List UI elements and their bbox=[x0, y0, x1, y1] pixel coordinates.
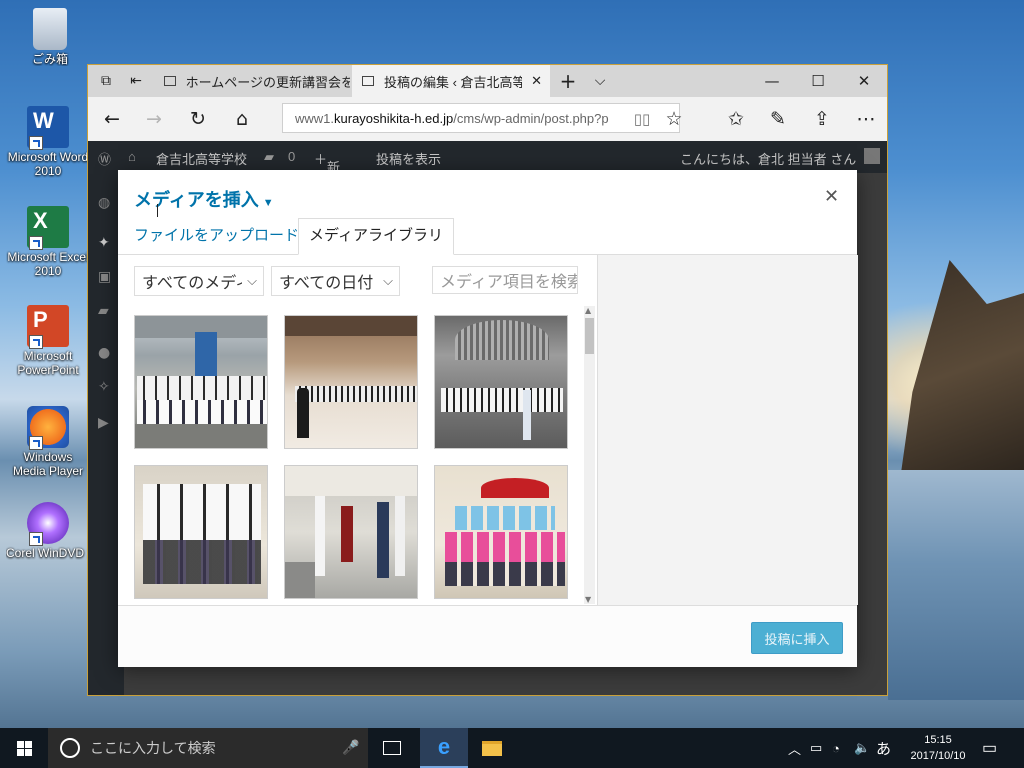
favorites-hub-icon[interactable]: ✩ bbox=[716, 97, 756, 141]
insert-into-post-button[interactable]: 投稿に挿入 bbox=[751, 622, 843, 654]
system-tray: ︿ ▭ ◔ 🔈 あ bbox=[788, 728, 898, 768]
powerpoint-icon: P bbox=[27, 305, 69, 349]
media-grid bbox=[134, 315, 586, 605]
media-thumbnail[interactable] bbox=[134, 465, 268, 599]
wordpress-logo-icon[interactable]: Ⓦ bbox=[98, 149, 111, 168]
battery-icon[interactable]: ▭ bbox=[810, 740, 832, 756]
share-icon[interactable]: ⇪ bbox=[802, 97, 842, 141]
scroll-up-arrow-icon[interactable]: ▲ bbox=[585, 306, 591, 315]
media-type-filter[interactable]: すべてのメディア⌵ bbox=[134, 266, 264, 296]
web-note-icon[interactable]: ✎ bbox=[758, 97, 798, 141]
attachment-details-pane bbox=[597, 255, 858, 605]
dashboard-icon[interactable]: ◍ bbox=[98, 195, 114, 211]
chevron-down-icon: ⌵ bbox=[247, 273, 257, 288]
new-tab-icon[interactable]: + bbox=[554, 65, 582, 97]
scroll-down-arrow-icon[interactable]: ▼ bbox=[585, 595, 591, 604]
view-post-link[interactable]: 投稿を表示 bbox=[376, 149, 441, 168]
maximize-icon[interactable]: ☐ bbox=[795, 65, 841, 97]
show-hidden-icons-chevron-icon[interactable]: ︿ bbox=[788, 739, 810, 758]
desktop-icon-excel[interactable]: X Microsoft Excel 2010 bbox=[6, 206, 90, 278]
media-thumbnail[interactable] bbox=[134, 315, 268, 449]
play-icon[interactable]: ▶ bbox=[98, 415, 114, 431]
chevron-down-icon: ⌵ bbox=[383, 273, 393, 288]
edge-taskbar-icon[interactable]: e bbox=[420, 728, 468, 768]
tab-preview-chevron-icon[interactable]: ⌵ bbox=[586, 65, 614, 97]
media-player-icon bbox=[27, 406, 69, 450]
comments-count: 0 bbox=[288, 149, 296, 164]
task-view-icon[interactable] bbox=[368, 728, 416, 768]
page-icon bbox=[362, 76, 374, 86]
tab-homepage-lecture[interactable]: ホームページの更新講習会を行 bbox=[154, 65, 350, 97]
close-modal-icon[interactable]: ✕ bbox=[824, 186, 839, 207]
media-thumbnail[interactable] bbox=[284, 465, 418, 599]
word-icon: W bbox=[27, 106, 69, 150]
desktop-icon-recycle-bin[interactable]: ごみ箱 bbox=[8, 8, 92, 66]
tab-edit-post[interactable]: 投稿の編集 ‹ 倉吉北高等 ✕ bbox=[352, 65, 550, 97]
favorite-star-icon[interactable]: ☆ bbox=[654, 97, 694, 141]
modal-toolbar: 投稿に挿入 bbox=[118, 605, 857, 667]
taskbar-search-box[interactable]: ここに入力して検索 🎤 bbox=[48, 728, 368, 768]
desktop-wallpaper-sea bbox=[888, 470, 1024, 700]
caret-down-icon: ▼ bbox=[262, 197, 274, 209]
windows-logo-icon bbox=[16, 740, 32, 756]
home-site-icon: ⌂ bbox=[128, 149, 136, 164]
start-button[interactable] bbox=[0, 728, 48, 768]
media-icon[interactable]: ▣ bbox=[98, 269, 114, 285]
tab-media-library[interactable]: メディアライブラリ bbox=[298, 218, 454, 255]
tab-manager-icon[interactable]: ⧉ bbox=[92, 65, 120, 97]
back-icon[interactable]: ← bbox=[92, 97, 132, 141]
site-name-link[interactable]: 倉吉北高等学校 bbox=[156, 149, 247, 168]
media-thumbnail[interactable] bbox=[434, 465, 568, 599]
windvd-icon bbox=[27, 502, 69, 546]
recycle-bin-icon bbox=[33, 8, 67, 50]
cortana-icon bbox=[60, 738, 80, 758]
text-cursor bbox=[157, 204, 158, 217]
action-center-icon[interactable]: ▭ bbox=[982, 728, 997, 768]
taskbar: ここに入力して検索 🎤 e ︿ ▭ ◔ 🔈 あ 15:15 2017/10/10… bbox=[0, 728, 1024, 768]
volume-icon[interactable]: 🔈 bbox=[854, 740, 876, 756]
desktop-icon-media-player[interactable]: Windows Media Player bbox=[6, 406, 90, 478]
file-explorer-icon[interactable] bbox=[468, 728, 516, 768]
microphone-icon[interactable]: 🎤 bbox=[342, 739, 359, 756]
tab-upload-files[interactable]: ファイルをアップロード bbox=[134, 218, 299, 254]
comments-sidebar-icon[interactable]: ▰ bbox=[98, 303, 114, 319]
new-content-link[interactable]: ＋ 新規 bbox=[314, 149, 340, 194]
avatar[interactable] bbox=[864, 148, 880, 164]
media-grid-scrollbar[interactable]: ▲ ▼ bbox=[584, 306, 595, 604]
forward-icon[interactable]: → bbox=[134, 97, 174, 141]
insert-media-modal: メディアを挿入▼ ✕ ファイルをアップロード メディアライブラリ すべてのメディ… bbox=[118, 170, 858, 667]
date-filter[interactable]: すべての日付 ⌵ bbox=[271, 266, 400, 296]
set-aside-tabs-icon[interactable]: ⇤ bbox=[122, 65, 150, 97]
scrollbar-thumb[interactable] bbox=[585, 318, 594, 354]
home-icon[interactable]: ⌂ bbox=[222, 97, 262, 141]
close-tab-icon[interactable]: ✕ bbox=[531, 73, 542, 89]
network-icon[interactable]: ◔ bbox=[832, 741, 854, 756]
media-search-input[interactable]: メディア項目を検索 bbox=[432, 266, 578, 294]
close-window-icon[interactable]: ✕ bbox=[841, 65, 887, 97]
page-icon bbox=[164, 76, 176, 86]
desktop-icon-windvd[interactable]: Corel WinDVD 1 bbox=[6, 502, 90, 560]
users-icon[interactable]: ● bbox=[98, 345, 114, 361]
refresh-icon[interactable]: ↻ bbox=[178, 97, 218, 141]
wp-admin-bar: Ⓦ ⌂ 倉吉北高等学校 ▰ 0 ＋ 新規 投稿を表示 こんにちは、倉北 担当者 … bbox=[88, 141, 887, 194]
media-router-tabs: ファイルをアップロード メディアライブラリ bbox=[118, 218, 857, 255]
comments-icon[interactable]: ▰ bbox=[264, 149, 274, 165]
more-menu-icon[interactable]: ⋯ bbox=[846, 97, 886, 141]
media-thumbnail[interactable] bbox=[434, 315, 568, 449]
navigation-bar: ← → ↻ ⌂ www1. kurayoshikita-h.ed.jp/cms/w… bbox=[88, 97, 887, 141]
address-bar[interactable]: www1. kurayoshikita-h.ed.jp/cms/wp-admin/… bbox=[282, 103, 680, 133]
posts-pin-icon[interactable]: ✦ bbox=[98, 235, 114, 251]
minimize-icon[interactable]: — bbox=[749, 65, 795, 97]
clock[interactable]: 15:15 2017/10/10 bbox=[898, 732, 978, 764]
tools-icon[interactable]: ✧ bbox=[98, 379, 114, 395]
desktop-icon-word[interactable]: W Microsoft Word 2010 bbox=[6, 106, 90, 178]
excel-icon: X bbox=[27, 206, 69, 250]
account-greeting[interactable]: こんにちは、倉北 担当者 さん bbox=[680, 149, 856, 168]
tab-bar: ⧉ ⇤ ホームページの更新講習会を行 投稿の編集 ‹ 倉吉北高等 ✕ + ⌵ —… bbox=[88, 65, 887, 97]
media-thumbnail[interactable] bbox=[284, 315, 418, 449]
desktop-icon-powerpoint[interactable]: P Microsoft PowerPoint 2010 bbox=[6, 305, 90, 377]
ime-indicator[interactable]: あ bbox=[876, 738, 898, 759]
modal-title[interactable]: メディアを挿入 ▼ bbox=[134, 186, 274, 212]
